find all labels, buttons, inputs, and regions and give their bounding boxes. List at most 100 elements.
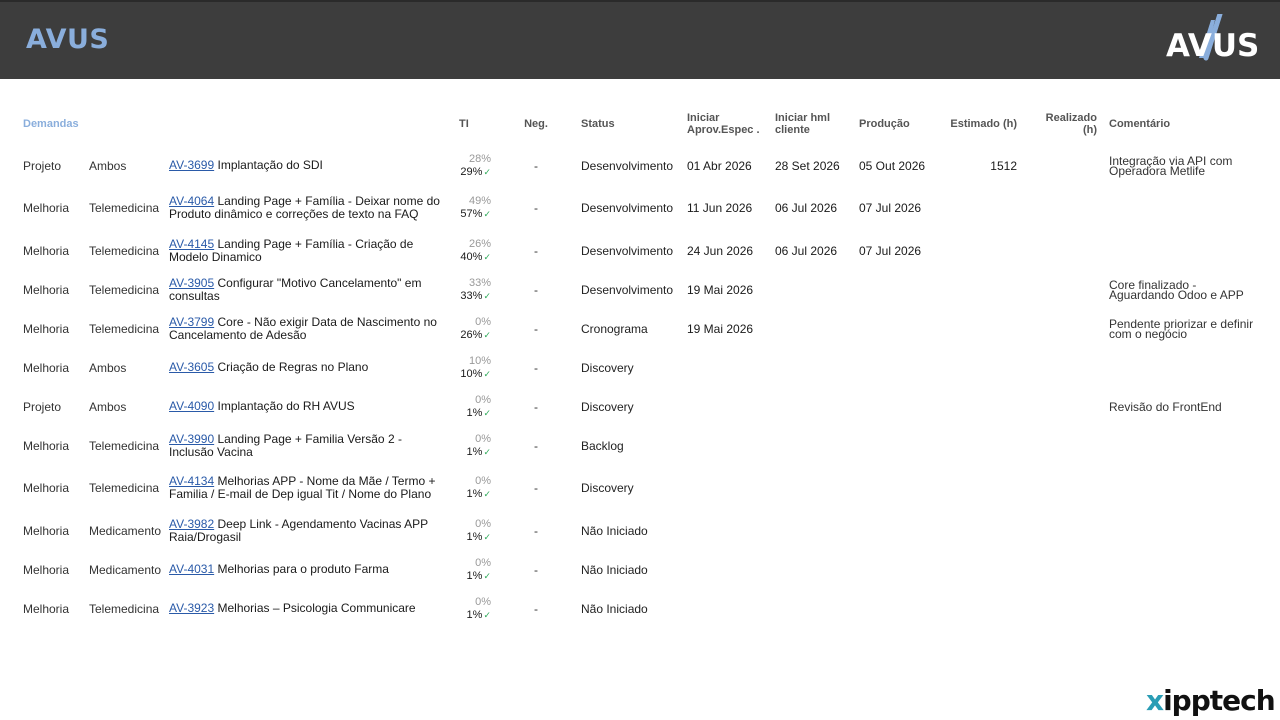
demanda-title: Melhorias – Psicologia Communicare (217, 601, 416, 615)
demanda-link[interactable]: AV-3699 (169, 158, 214, 172)
row-estimado (943, 309, 1023, 348)
row-estimado (943, 550, 1023, 589)
row-producao (853, 270, 943, 309)
row-iniciar-hml (769, 387, 853, 426)
ti-realized: 1%✓ (466, 406, 491, 419)
row-iniciar-hml: 06 Jul 2026 (775, 243, 838, 258)
row-comentario: Core finalizado - Aguardando Odoo e APP (1109, 277, 1244, 302)
row-status: Desenvolvimento (581, 282, 674, 297)
ti-estimated: 26% (468, 237, 491, 250)
row-demanda: AV-3605 Criação de Regras no Plano (163, 348, 453, 387)
table-row: Melhoria Telemedicina AV-3799 Core - Não e… (17, 309, 1263, 348)
row-tipo: Melhoria (23, 601, 70, 616)
row-status: Desenvolvimento (581, 201, 674, 215)
row-estimado (943, 589, 1023, 628)
header-iniciar-aprov: Iniciar Aprov.Espec . (687, 112, 760, 136)
row-realizado (1023, 309, 1103, 348)
row-neg: - (534, 562, 538, 577)
ti-realized: 1%✓ (466, 530, 491, 543)
row-comentario (1103, 465, 1263, 511)
row-demanda: AV-3799 Core - Não exigir Data de Nascim… (163, 309, 453, 348)
check-icon: ✓ (483, 209, 491, 219)
row-ti: 0% 1%✓ (453, 589, 497, 628)
row-area: Medicamento (89, 562, 162, 577)
demanda-title: Implantação do RH AVUS (217, 399, 355, 413)
row-demanda: AV-4064 Landing Page + Família - Deixar … (163, 185, 453, 231)
ti-estimated: 0% (475, 556, 491, 569)
table-row: Melhoria Telemedicina AV-3990 Landing Page… (17, 426, 1263, 465)
page-title: AVUS (26, 24, 110, 55)
row-ti: 0% 1%✓ (453, 426, 497, 465)
row-comentario (1103, 231, 1263, 270)
check-icon: ✓ (483, 446, 491, 457)
ti-realized: 29%✓ (460, 165, 491, 178)
demanda-link[interactable]: AV-3605 (169, 360, 214, 374)
row-status: Discovery (581, 481, 634, 495)
row-neg: - (534, 201, 538, 215)
demanda-link[interactable]: AV-4031 (169, 562, 214, 576)
row-iniciar-hml: 06 Jul 2026 (775, 201, 838, 215)
row-tipo: Melhoria (23, 438, 70, 453)
demanda-link[interactable]: AV-4134 (169, 474, 214, 488)
table-row: Melhoria Telemedicina AV-4134 Melhorias AP… (17, 465, 1263, 511)
row-status: Cronograma (581, 321, 648, 336)
row-neg: - (534, 523, 538, 538)
row-neg: - (534, 438, 538, 453)
row-ti: 0% 1%✓ (453, 387, 497, 426)
row-tipo: Projeto (23, 158, 62, 173)
demanda-link[interactable]: AV-4064 (169, 194, 214, 208)
row-realizado (1023, 426, 1103, 465)
row-estimado (943, 231, 1023, 270)
row-iniciar-aprov (681, 550, 769, 589)
ti-realized: 1%✓ (466, 488, 491, 500)
check-icon: ✓ (483, 166, 491, 177)
xipptech-logo: xipptech (1146, 684, 1276, 717)
header-status: Status (581, 118, 615, 130)
row-ti: 10% 10%✓ (453, 348, 497, 387)
row-demanda: AV-4134 Melhorias APP - Nome da Mãe / Te… (163, 465, 453, 511)
table-row: Projeto Ambos AV-4090 Implantação do RH AV… (17, 387, 1263, 426)
row-realizado (1023, 270, 1103, 309)
header-estimado: Estimado (h) (950, 118, 1017, 130)
row-iniciar-hml (769, 348, 853, 387)
row-area: Telemedicina (89, 201, 160, 215)
header-iniciar-hml: Iniciar hml cliente (775, 112, 831, 136)
row-iniciar-hml (769, 465, 853, 511)
row-neg: - (534, 360, 538, 375)
demanda-link[interactable]: AV-4145 (169, 237, 214, 251)
demanda-link[interactable]: AV-4090 (169, 399, 214, 413)
row-demanda: AV-3699 Implantação do SDI (163, 146, 453, 185)
table-header-row: Demandas TI Neg. Status Iniciar Aprov.Es… (17, 102, 1263, 146)
table-row: Melhoria Medicamento AV-4031 Melhorias par… (17, 550, 1263, 589)
row-comentario (1103, 185, 1263, 231)
demanda-link[interactable]: AV-3982 (169, 517, 214, 531)
row-status: Discovery (581, 399, 634, 414)
row-realizado (1023, 185, 1103, 231)
demanda-title: Criação de Regras no Plano (217, 360, 369, 374)
row-comentario (1103, 589, 1263, 628)
row-status: Não Iniciado (581, 523, 648, 538)
row-demanda: AV-3982 Deep Link - Agendamento Vacinas … (163, 511, 453, 550)
row-ti: 0% 1%✓ (453, 465, 497, 511)
row-producao: 07 Jul 2026 (859, 243, 922, 258)
avus-logo-text: AVUS (1166, 28, 1260, 64)
row-ti: 33% 33%✓ (453, 270, 497, 309)
demanda-link[interactable]: AV-3923 (169, 601, 214, 615)
row-tipo: Melhoria (23, 201, 70, 215)
demanda-link[interactable]: AV-3905 (169, 276, 214, 290)
row-area: Telemedicina (89, 481, 160, 495)
ti-estimated: 0% (475, 315, 491, 328)
row-demanda: AV-4090 Implantação do RH AVUS (163, 387, 453, 426)
row-status: Backlog (581, 438, 624, 453)
demanda-link[interactable]: AV-3990 (169, 432, 214, 446)
row-ti: 26% 40%✓ (453, 231, 497, 270)
row-tipo: Melhoria (23, 360, 70, 375)
row-iniciar-aprov: 19 Mai 2026 (687, 321, 754, 336)
row-estimado (943, 387, 1023, 426)
row-tipo: Melhoria (23, 523, 70, 538)
table-row: Melhoria Telemedicina AV-3905 Configurar "… (17, 270, 1263, 309)
ti-estimated: 49% (468, 195, 491, 207)
demanda-link[interactable]: AV-3799 (169, 315, 214, 329)
ti-estimated: 0% (475, 393, 491, 406)
ti-realized: 10%✓ (460, 367, 491, 380)
